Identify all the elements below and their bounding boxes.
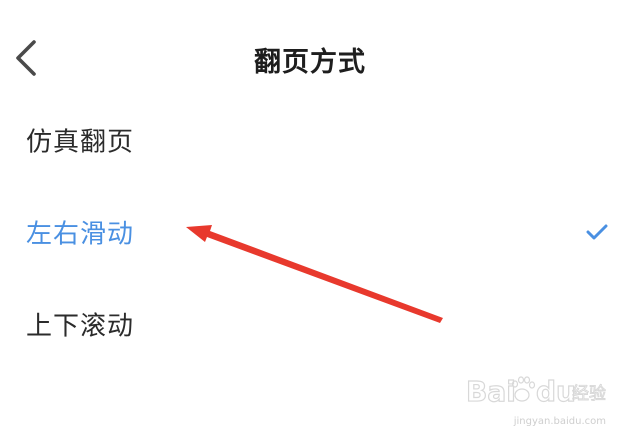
svg-text:Bai: Bai	[466, 375, 516, 408]
navigation-header: 翻页方式	[0, 0, 620, 118]
option-scroll-up-down[interactable]: 上下滚动	[0, 289, 620, 359]
option-label: 左右滑动	[26, 219, 135, 250]
svg-text:du: du	[536, 375, 576, 408]
option-simulated-page-turn[interactable]: 仿真翻页	[0, 105, 620, 175]
option-label: 上下滚动	[26, 311, 135, 342]
baidu-logo-icon: Bai du 经验	[465, 374, 606, 408]
checkmark-icon	[586, 224, 608, 240]
page-title: 翻页方式	[254, 47, 366, 78]
baidu-jingyan-watermark: Bai du 经验 jingyan.baidu.com	[456, 365, 606, 427]
watermark-url: jingyan.baidu.com	[513, 416, 606, 427]
option-label: 仿真翻页	[26, 127, 135, 158]
option-swipe-left-right[interactable]: 左右滑动	[0, 197, 620, 267]
screen: 翻页方式 仿真翻页 左右滑动 上下滚动 Bai du 经验 jingyan.ba	[0, 0, 620, 435]
svg-text:经验: 经验	[572, 384, 606, 404]
